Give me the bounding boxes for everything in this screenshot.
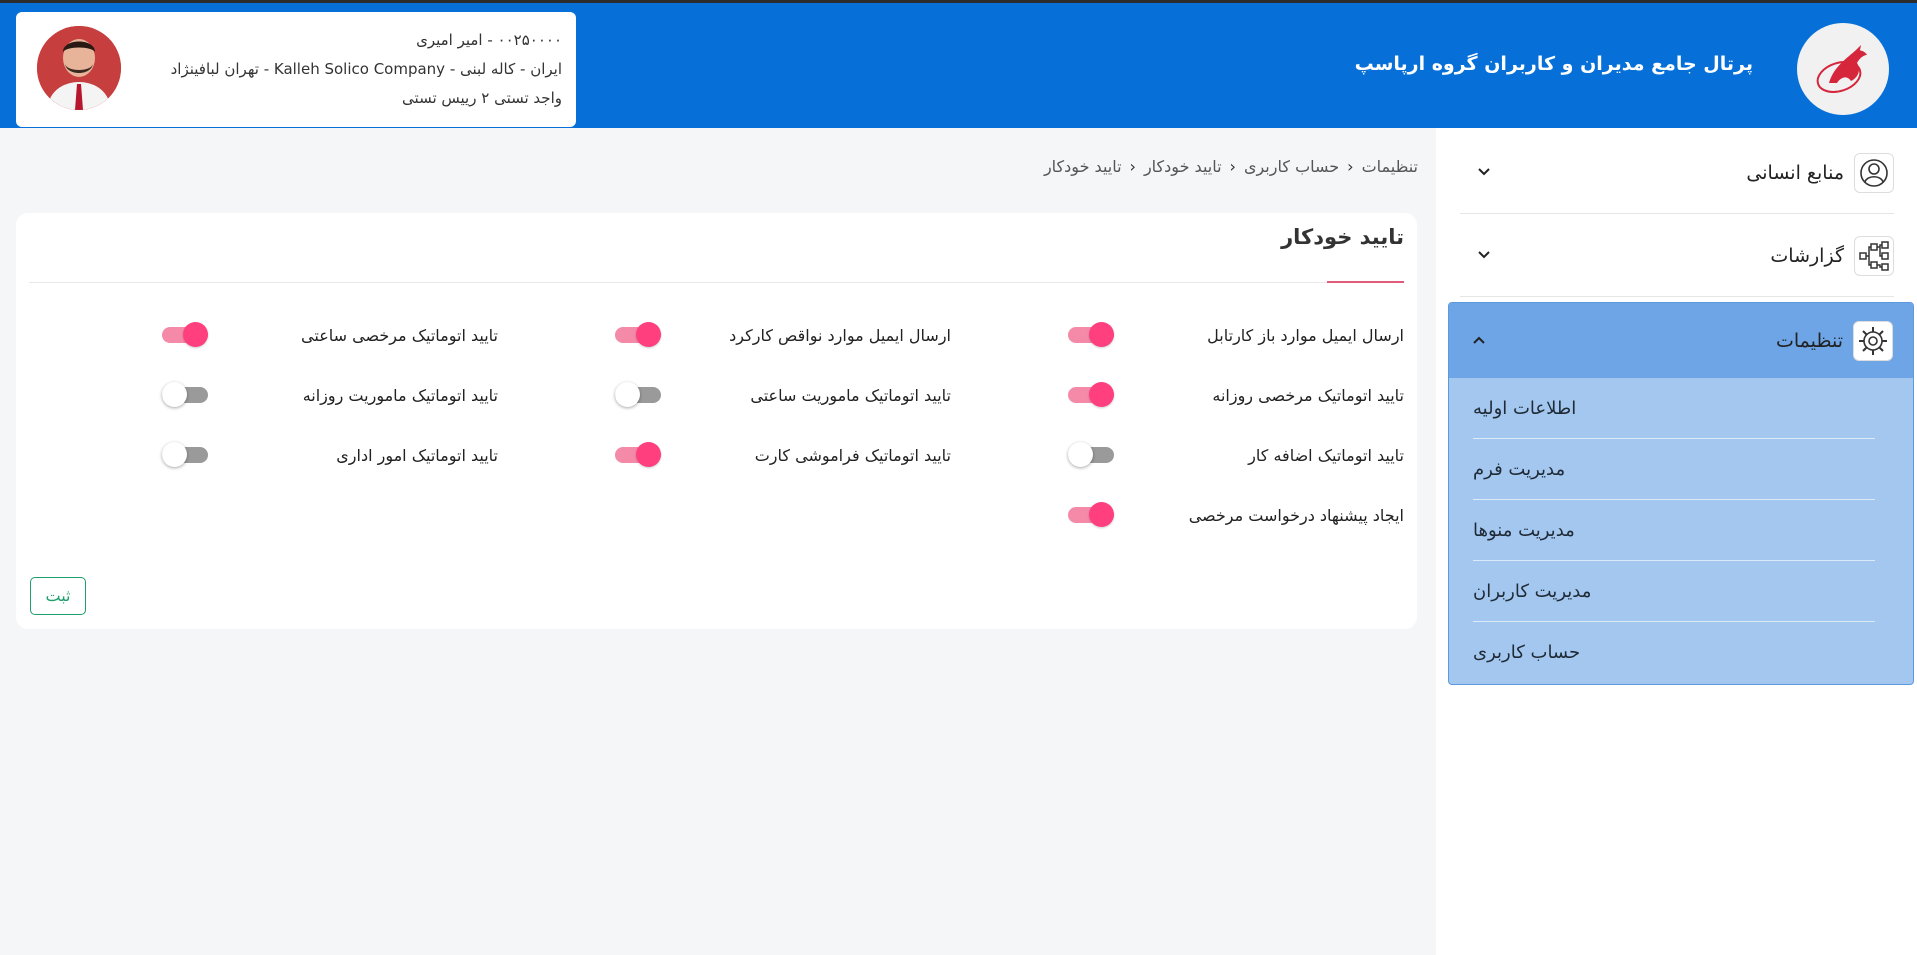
option-auto-hourly-mission: تایید اتوماتیک ماموریت ساعتی [750,380,951,410]
chevron-left-icon: ‹ [1229,157,1236,176]
option-label: ایجاد پیشنهاد درخواست مرخصی [1188,505,1404,525]
option-email-open-cartable: ارسال ایمیل موارد باز کارتابل [1207,320,1404,350]
user-id-name: ۰۰۲۵۰۰۰۰ - امیر امیری [416,31,562,49]
submenu-basic-info[interactable]: اطلاعات اولیه [1473,378,1875,439]
sidebar-item-label: گزارشات [1770,244,1844,267]
toggle-auto-overtime[interactable] [1068,440,1114,468]
option-label: تایید اتوماتیک مرخصی ساعتی [301,325,498,345]
user-company: ایران - کاله لبنی - Kalleh Solico Compan… [170,60,562,78]
user-photo-icon [37,26,121,110]
option-auto-overtime: تایید اتوماتیک اضافه کار [1248,440,1404,470]
submit-button[interactable]: ثبت [30,577,86,615]
breadcrumb-item[interactable]: تایید خودکار [1144,157,1222,176]
breadcrumb: تنظیمات ‹ حساب کاربری ‹ تایید خودکار ‹ ت… [1044,157,1418,176]
company-logo[interactable] [1797,23,1889,115]
user-card[interactable]: ۰۰۲۵۰۰۰۰ - امیر امیری ایران - کاله لبنی … [16,12,576,127]
option-label: تایید اتوماتیک امور اداری [336,445,498,465]
breadcrumb-item[interactable]: تنظیمات [1362,157,1418,176]
toggle-auto-hourly-mission[interactable] [615,380,661,408]
toggle-auto-hourly-leave[interactable] [162,320,208,348]
title-underline [1327,281,1404,283]
option-label: تایید اتوماتیک مرخصی روزانه [1212,385,1404,405]
submenu-menu-management[interactable]: مدیریت منوها [1473,500,1875,561]
divider [29,282,1404,283]
submenu-user-account[interactable]: حساب کاربری [1473,622,1875,683]
chevron-down-icon [1478,168,1490,176]
option-label: ارسال ایمیل موارد باز کارتابل [1207,325,1404,345]
toggle-auto-daily-leave[interactable] [1068,380,1114,408]
option-leave-suggestion: ایجاد پیشنهاد درخواست مرخصی [1189,500,1404,530]
gear-icon [1853,320,1893,361]
auto-approval-panel: تایید خودکار ارسال ایمیل موارد باز کارتا… [16,213,1417,629]
panel-title: تایید خودکار [1281,225,1404,249]
option-label: تایید اتوماتیک ماموریت ساعتی [750,385,951,405]
sidebar-item-hr[interactable]: منابع انسانی [1460,132,1894,214]
option-auto-card-forgot: تایید اتوماتیک فراموشی کارت [755,440,951,470]
app-title: پرتال جامع مدیران و کاربران گروه ارپاسپ [1354,53,1753,75]
option-label: تایید اتوماتیک فراموشی کارت [754,445,951,465]
toggle-email-open-cartable[interactable] [1068,320,1114,348]
chevron-up-icon [1473,336,1485,344]
user-info: ۰۰۲۵۰۰۰۰ - امیر امیری ایران - کاله لبنی … [171,26,562,113]
person-circle-icon [1854,152,1894,193]
sidebar: منابع انسانی گزارشات تنظیمات اطلاعات اول… [1436,128,1917,955]
sidebar-item-label: تنظیمات [1775,329,1843,352]
toggle-auto-admin-affairs[interactable] [162,440,208,468]
submenu-form-management[interactable]: مدیریت فرم [1473,439,1875,500]
toggle-email-work-defects[interactable] [615,320,661,348]
option-label: تایید اتوماتیک اضافه کار [1248,445,1404,465]
user-position: واجد تستی ۲ رییس تستی [402,89,562,107]
chevron-down-icon [1478,251,1490,259]
toggle-leave-suggestion[interactable] [1068,500,1114,528]
option-email-work-defects: ارسال ایمیل موارد نواقص کارکرد [729,320,951,350]
sidebar-item-reports[interactable]: گزارشات [1460,215,1894,297]
toggle-auto-daily-mission[interactable] [162,380,208,408]
toggle-auto-card-forgot[interactable] [615,440,661,468]
option-label: ارسال ایمیل موارد نواقص کارکرد [729,325,951,345]
sidebar-settings-group: تنظیمات اطلاعات اولیه مدیریت فرم مدیریت … [1448,302,1914,685]
sidebar-item-settings[interactable]: تنظیمات [1449,303,1913,378]
avatar[interactable] [37,26,121,110]
chevron-left-icon: ‹ [1347,157,1354,176]
option-label: تایید اتوماتیک ماموریت روزانه [302,385,498,405]
option-auto-daily-leave: تایید اتوماتیک مرخصی روزانه [1212,380,1404,410]
option-auto-hourly-leave: تایید اتوماتیک مرخصی ساعتی [301,320,498,350]
hierarchy-icon [1854,235,1894,276]
app-header: پرتال جامع مدیران و کاربران گروه ارپاسپ … [0,3,1917,128]
chevron-left-icon: ‹ [1129,157,1136,176]
horse-logo-icon [1816,45,1867,93]
submenu-user-management[interactable]: مدیریت کاربران [1473,561,1875,622]
sidebar-item-label: منابع انسانی [1746,161,1844,184]
breadcrumb-item[interactable]: حساب کاربری [1244,157,1339,176]
breadcrumb-current: تایید خودکار [1043,157,1122,176]
option-auto-admin-affairs: تایید اتوماتیک امور اداری [336,440,498,470]
option-auto-daily-mission: تایید اتوماتیک ماموریت روزانه [303,380,498,410]
